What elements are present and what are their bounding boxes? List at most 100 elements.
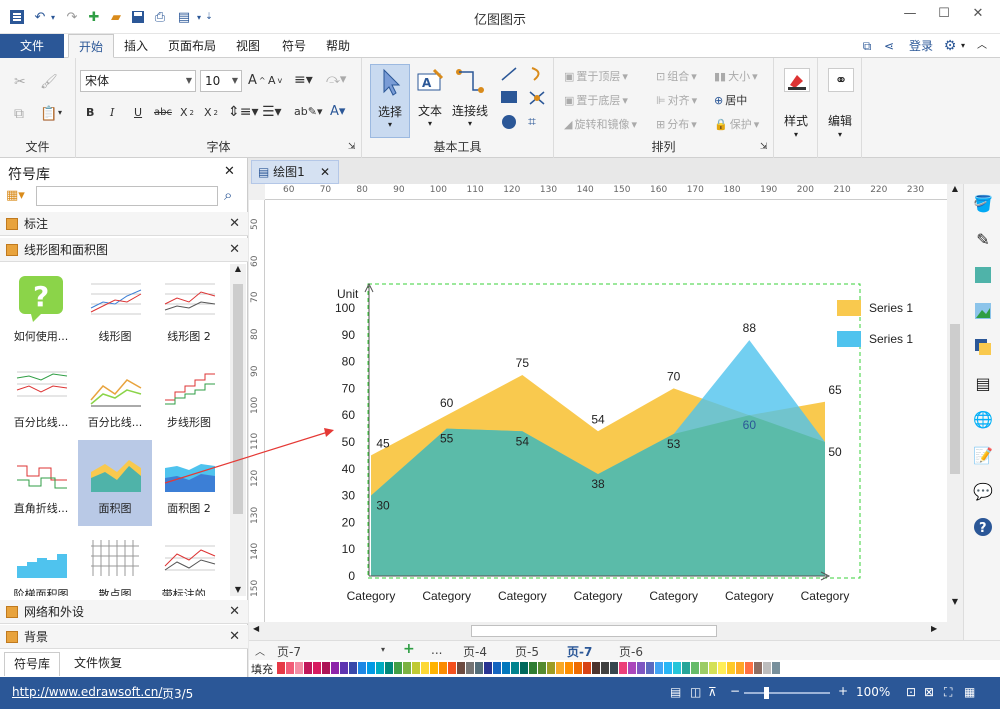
color-swatch[interactable]	[673, 662, 681, 674]
color-swatch[interactable]	[466, 662, 474, 674]
font-color-icon[interactable]: A▾	[330, 104, 345, 119]
color-swatch[interactable]	[358, 662, 366, 674]
add-page-icon[interactable]: +	[403, 641, 415, 657]
zoom-slider-thumb[interactable]	[764, 687, 769, 699]
symbol-area-chart-selected[interactable]: 面积图	[78, 440, 152, 526]
globe-icon[interactable]: 🌐	[972, 408, 994, 430]
scroll-up-icon[interactable]: ▲	[947, 184, 963, 193]
symbol-area-chart-2[interactable]: 面积图 2	[152, 440, 226, 526]
symbol-right-angle-line[interactable]: 直角折线...	[4, 440, 78, 526]
zoom-in-icon[interactable]: +	[838, 684, 848, 698]
superscript-icon[interactable]: X2	[204, 106, 218, 119]
login-link[interactable]: 登录	[904, 34, 938, 58]
fit-page-icon[interactable]: ⊡	[906, 685, 916, 699]
rotate-mirror-button[interactable]: ◢ 旋转和镜像 ▾	[564, 116, 637, 132]
layers-icon[interactable]	[972, 336, 994, 358]
protect-button[interactable]: 🔒 保护 ▾	[714, 116, 759, 132]
color-swatch[interactable]	[619, 662, 627, 674]
tab-symbol[interactable]: 符号	[276, 34, 312, 58]
scroll-down-icon[interactable]: ▼	[947, 597, 963, 606]
close-icon[interactable]: ✕	[229, 238, 240, 262]
color-swatch[interactable]	[349, 662, 357, 674]
fit-width-icon[interactable]: ⊠	[924, 685, 934, 699]
font-dialog-launcher-icon[interactable]: ⇲	[348, 142, 356, 152]
color-swatch[interactable]	[448, 662, 456, 674]
normal-view-icon[interactable]: ▤	[670, 685, 681, 699]
symbol-step-line[interactable]: 步线形图	[152, 354, 226, 440]
color-swatch[interactable]	[484, 662, 492, 674]
drawing-page[interactable]: 0 10 20 30 40 50 60 70 80 90 100 Unit Category Catego…	[265, 200, 947, 622]
text-direction-icon[interactable]: ⤼▾	[326, 72, 346, 87]
color-swatch[interactable]	[538, 662, 546, 674]
color-swatch[interactable]	[547, 662, 555, 674]
color-swatch[interactable]	[700, 662, 708, 674]
close-icon[interactable]: ✕	[966, 6, 990, 26]
page-tab-4[interactable]: 页-4	[463, 643, 487, 660]
zoom-slider[interactable]	[744, 687, 830, 699]
settings-gear-icon[interactable]: ⚙	[940, 34, 960, 58]
line-spacing-icon[interactable]: ⇕≡▾	[228, 104, 259, 120]
tab-insert[interactable]: 插入	[118, 34, 154, 58]
note-edit-icon[interactable]: 📝	[972, 444, 994, 466]
page-tab-5[interactable]: 页-5	[515, 643, 539, 660]
crop-tool-icon[interactable]: ⌗	[528, 114, 536, 130]
color-swatch[interactable]	[322, 662, 330, 674]
scroll-left-icon[interactable]: ◀	[253, 624, 259, 633]
section-background[interactable]: 背景 ✕	[0, 625, 248, 649]
color-swatch[interactable]	[295, 662, 303, 674]
line-tool-icon[interactable]	[500, 66, 518, 82]
doc-tab-drawing1[interactable]: ▤ 绘图1 ✕	[251, 160, 339, 184]
font-name-select[interactable]: 宋体 ▼	[80, 70, 196, 92]
color-swatch[interactable]	[520, 662, 528, 674]
color-swatch[interactable]	[628, 662, 636, 674]
scroll-down-icon[interactable]: ▼	[230, 585, 246, 594]
page-view-icon[interactable]: ◫	[690, 685, 701, 699]
scrollbar-thumb[interactable]	[950, 324, 960, 474]
zoom-out-icon[interactable]: −	[730, 684, 740, 698]
strikethrough-icon[interactable]: abc	[154, 107, 172, 118]
close-icon[interactable]: ✕	[320, 161, 330, 183]
connector-tool-button[interactable]: 连接线 ▾	[448, 64, 492, 128]
symbol-how-to-use[interactable]: ? 如何使用...	[4, 268, 78, 354]
color-swatch[interactable]	[331, 662, 339, 674]
color-swatch[interactable]	[367, 662, 375, 674]
maximize-icon[interactable]: ☐	[932, 6, 956, 26]
color-swatch[interactable]	[421, 662, 429, 674]
symbol-step-area[interactable]: 阶梯面积图	[4, 526, 78, 596]
subscript-icon[interactable]: X2	[180, 106, 194, 119]
scroll-right-icon[interactable]: ▶	[931, 624, 937, 633]
comment-icon[interactable]: 💬	[972, 480, 994, 502]
color-swatch[interactable]	[574, 662, 582, 674]
color-swatch[interactable]	[637, 662, 645, 674]
color-swatch[interactable]	[610, 662, 618, 674]
library-close-icon[interactable]: ✕	[224, 164, 235, 179]
page-tab-more[interactable]: ...	[431, 643, 442, 657]
symbol-percent-line-2[interactable]: 百分比线...	[78, 354, 152, 440]
copy-icon[interactable]: ⧉	[14, 106, 24, 122]
symbol-line-chart-2[interactable]: 线形图 2	[152, 268, 226, 354]
arrange-dialog-launcher-icon[interactable]: ⇲	[760, 142, 768, 152]
page-tab-7[interactable]: 页-7	[567, 643, 592, 660]
paste-icon[interactable]: 📋	[40, 106, 57, 122]
help-icon[interactable]: ?	[972, 516, 994, 538]
center-button[interactable]: ⊕ 居中	[714, 92, 747, 108]
current-page-select[interactable]: 页-7	[277, 643, 301, 660]
vertical-scrollbar[interactable]: ▲ ▼	[947, 184, 963, 622]
page-list-icon[interactable]: ▤	[972, 372, 994, 394]
share-icon[interactable]: ⋖	[880, 34, 898, 58]
curve-tool-icon[interactable]	[528, 66, 546, 82]
bring-front-button[interactable]: ▣ 置于顶层 ▾	[564, 68, 628, 84]
grow-font-icon[interactable]: A ^	[248, 73, 266, 88]
horizontal-scrollbar[interactable]: ◀ ▶	[249, 622, 963, 640]
ribbon-group-edit[interactable]: ⚭ 编辑 ▾	[818, 58, 862, 158]
minimize-icon[interactable]: —	[898, 6, 922, 26]
color-swatch[interactable]	[664, 662, 672, 674]
area-chart[interactable]: 0 10 20 30 40 50 60 70 80 90 100Unit Category Catego…	[265, 200, 947, 622]
shrink-font-icon[interactable]: Av	[268, 74, 282, 87]
chevron-down-icon[interactable]: ▾	[381, 645, 385, 654]
color-swatch[interactable]	[583, 662, 591, 674]
size-button[interactable]: ▮▮ 大小 ▾	[714, 68, 758, 84]
color-swatch[interactable]	[745, 662, 753, 674]
settings-dropdown-icon[interactable]: ▾	[958, 34, 968, 58]
color-swatch[interactable]	[439, 662, 447, 674]
